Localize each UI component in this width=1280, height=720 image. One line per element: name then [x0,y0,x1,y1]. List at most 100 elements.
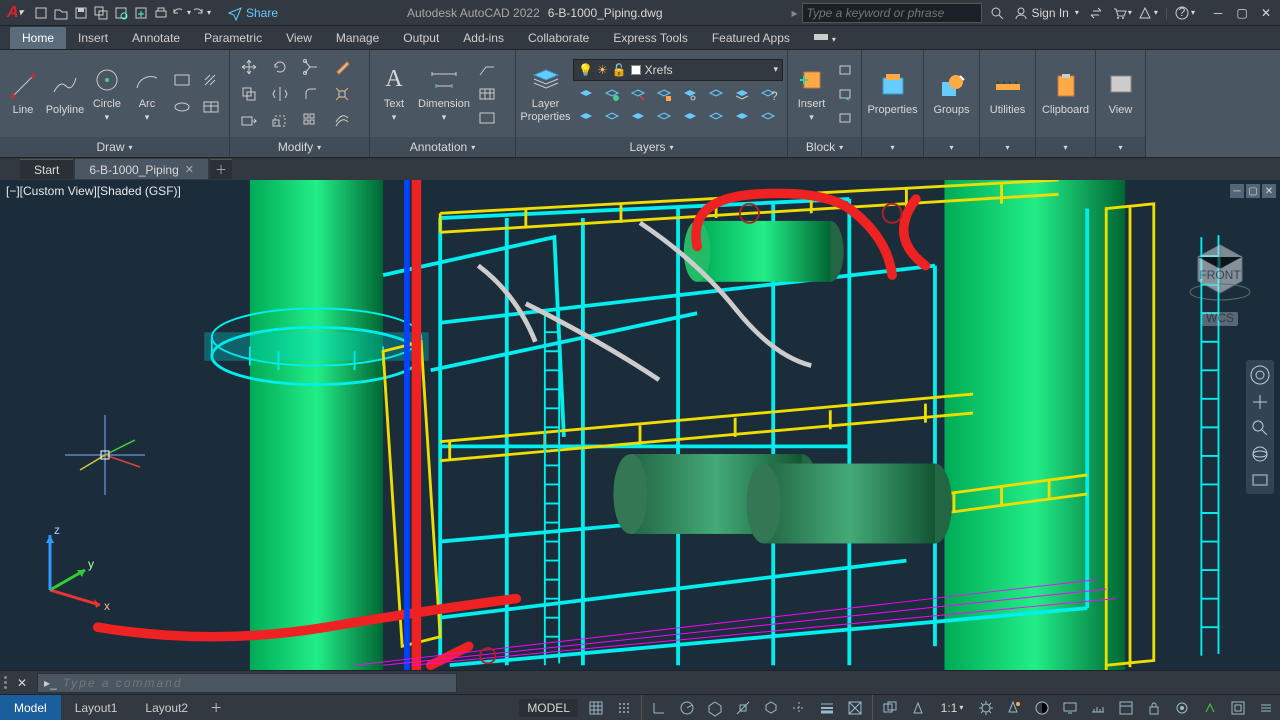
polar-icon[interactable] [673,695,701,720]
array-icon[interactable] [296,108,326,134]
layout1-tab[interactable]: Layout1 [61,695,132,720]
ortho-icon[interactable] [645,695,673,720]
utilities-panel-expand[interactable]: ▾ [980,137,1035,157]
properties-button[interactable]: Properties [869,59,917,129]
model-tab[interactable]: Model [0,695,61,720]
tab-insert[interactable]: Insert [66,27,120,49]
layer-tool-1-icon[interactable] [573,84,598,106]
space-badge[interactable]: MODEL [519,699,578,717]
share-button[interactable]: Share [228,6,278,20]
layout2-tab[interactable]: Layout2 [131,695,202,720]
clipboard-button[interactable]: Clipboard [1042,59,1090,129]
hatch-icon[interactable] [197,67,225,93]
search-icon[interactable] [988,4,1006,22]
insert-button[interactable]: Insert▾ [792,59,831,129]
navbar[interactable] [1246,360,1274,494]
add-layout-button[interactable]: ＋ [202,695,230,720]
polyline-button[interactable]: Polyline [44,59,86,129]
layer-tool-4-icon[interactable] [651,84,676,106]
wsswitch-icon[interactable] [1028,695,1056,720]
otrack-icon[interactable] [785,695,813,720]
customize-icon[interactable] [1252,695,1280,720]
cart-icon[interactable]: ▾ [1113,4,1131,22]
maximize-button[interactable]: ▢ [1232,4,1252,22]
close-tab-icon[interactable]: ✕ [185,163,194,176]
isodraft-icon[interactable] [701,695,729,720]
layerprops-button[interactable]: Layer Properties [520,59,571,129]
block-panel-title[interactable]: Block ▾ [788,137,861,157]
offset-icon[interactable] [327,108,357,134]
grid-icon[interactable] [582,695,610,720]
autodesk-icon[interactable]: ▾ [1139,4,1157,22]
hwaccel-icon[interactable] [1196,695,1224,720]
tab-collaborate[interactable]: Collaborate [516,27,601,49]
circle-button[interactable]: Circle▾ [88,59,126,129]
copy-icon[interactable] [234,81,264,107]
layer-tool-11-icon[interactable] [625,107,650,129]
qat-saveas-icon[interactable] [92,4,110,22]
steering-wheel-icon[interactable] [1249,364,1271,386]
search-input[interactable] [807,6,977,20]
table-icon[interactable] [197,94,225,120]
osnap-icon[interactable] [729,695,757,720]
tab-annotate[interactable]: Annotate [120,27,192,49]
draw-panel-title[interactable]: Draw ▾ [0,137,229,157]
cycling-icon[interactable] [876,695,904,720]
lineweight-icon[interactable] [813,695,841,720]
tab-view[interactable]: View [274,27,324,49]
help-icon[interactable]: ?▾ [1176,4,1194,22]
fillet-icon[interactable] [296,81,326,107]
block-create-icon[interactable] [833,59,857,81]
qat-new-icon[interactable] [32,4,50,22]
move-icon[interactable] [234,54,264,80]
modify-panel-title[interactable]: Modify ▾ [230,137,369,157]
qat-plot-icon[interactable] [152,4,170,22]
3dosnap-icon[interactable] [757,695,785,720]
ellipse-icon[interactable] [168,94,196,120]
scale-icon[interactable] [265,108,295,134]
rectangle-icon[interactable] [168,67,196,93]
scale-display[interactable]: 1:1▾ [932,695,972,720]
layer-tool-10-icon[interactable] [599,107,624,129]
tab-parametric[interactable]: Parametric [192,27,274,49]
annotation-panel-title[interactable]: Annotation ▾ [370,137,515,157]
mtext-icon[interactable] [474,107,500,129]
viewcube[interactable]: FRONT WCS [1180,230,1260,343]
search-box[interactable] [802,3,982,23]
qat-open-icon[interactable] [52,4,70,22]
layer-tool-8-icon[interactable]: ? [755,84,780,106]
close-button[interactable]: ✕ [1256,4,1276,22]
qat-undo-icon[interactable]: ▾ [172,4,190,22]
clipboard-panel-expand[interactable]: ▾ [1036,137,1095,157]
units-icon[interactable] [1084,695,1112,720]
transparency-icon[interactable] [841,695,869,720]
layer-tool-16-icon[interactable] [755,107,780,129]
dimension-button[interactable]: Dimension▾ [416,59,472,129]
annoscale-icon[interactable] [904,695,932,720]
layer-tool-12-icon[interactable] [651,107,676,129]
tab-featuredapps[interactable]: Featured Apps [700,27,802,49]
qat-save-icon[interactable] [72,4,90,22]
properties-panel-expand[interactable]: ▾ [862,137,923,157]
cleanscreen-icon[interactable] [1224,695,1252,720]
tab-output[interactable]: Output [391,27,451,49]
groups-button[interactable]: Groups [928,59,975,129]
layer-tool-13-icon[interactable] [677,107,702,129]
layer-tool-3-icon[interactable] [625,84,650,106]
text-button[interactable]: AText▾ [374,59,414,129]
quickprops-icon[interactable] [1112,695,1140,720]
gear-icon[interactable] [972,695,1000,720]
table2-icon[interactable] [474,83,500,105]
tab-addins[interactable]: Add-ins [451,27,516,49]
mirror-icon[interactable] [265,81,295,107]
active-doc-tab[interactable]: 6-B-1000_Piping✕ [75,159,208,179]
orbit-icon[interactable] [1250,444,1270,464]
annovisibility-icon[interactable] [1000,695,1028,720]
line-button[interactable]: Line [4,59,42,129]
ucs-icon[interactable]: x y z [30,520,120,610]
exchange-icon[interactable] [1087,4,1105,22]
command-input-box[interactable]: ▸_ [37,673,457,693]
command-input[interactable] [63,676,450,690]
block-edit-icon[interactable] [833,83,857,105]
minimize-button[interactable]: ─ [1208,4,1228,22]
